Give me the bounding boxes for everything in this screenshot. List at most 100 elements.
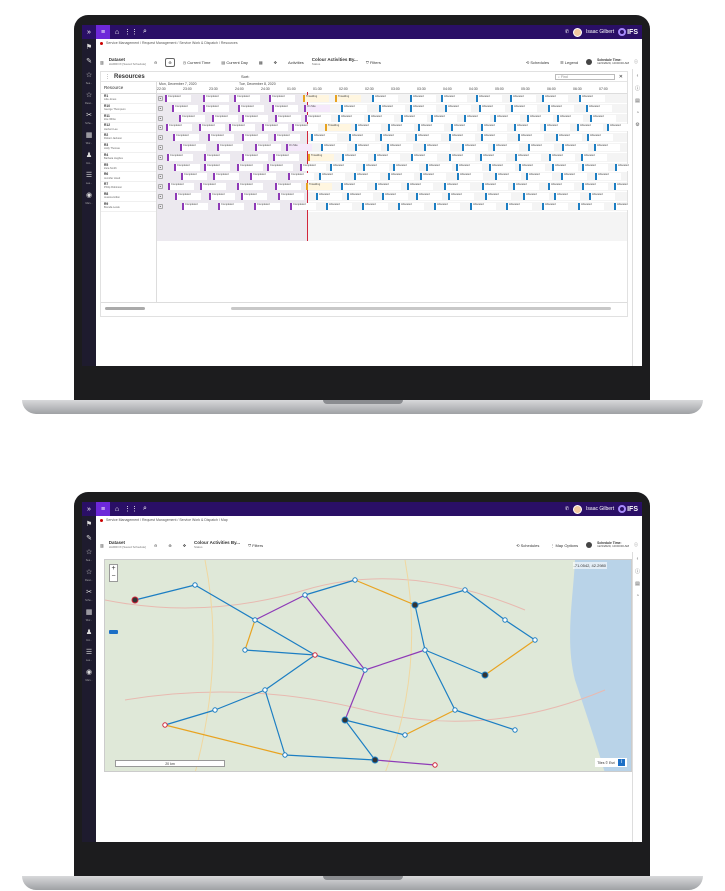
map-marker[interactable] bbox=[422, 647, 428, 653]
avatar[interactable] bbox=[573, 27, 583, 37]
map-marker[interactable] bbox=[481, 671, 489, 679]
expand-row-button[interactable]: ▸ bbox=[158, 203, 163, 209]
activity-block[interactable]: Allocated bbox=[355, 144, 381, 151]
activity-block[interactable]: Allocated bbox=[379, 104, 405, 112]
activity-block[interactable]: Allocated bbox=[321, 144, 347, 151]
info-icon[interactable]: i bbox=[618, 759, 625, 766]
activity-block[interactable]: Allocated bbox=[511, 104, 537, 112]
list-icon[interactable]: ☰ bbox=[86, 171, 92, 179]
route-line[interactable] bbox=[454, 709, 516, 731]
activity-block[interactable]: Completed bbox=[167, 153, 193, 161]
star-icon[interactable]: ☆ bbox=[86, 91, 92, 99]
history-icon[interactable]: ◔ bbox=[636, 110, 639, 116]
map-marker[interactable] bbox=[352, 577, 358, 583]
activity-block[interactable]: Completed bbox=[278, 193, 304, 200]
activity-block[interactable]: Allocated bbox=[523, 193, 549, 200]
activity-block[interactable]: Completed bbox=[229, 124, 255, 132]
move-icon[interactable]: ✥ bbox=[271, 58, 280, 67]
map-marker[interactable] bbox=[362, 667, 368, 673]
activity-block[interactable]: Completed bbox=[305, 114, 331, 122]
activity-block[interactable]: Completed bbox=[250, 173, 276, 181]
pen-icon[interactable]: ✎ bbox=[86, 534, 92, 542]
resource-row[interactable]: R5 Zara Smith bbox=[101, 163, 156, 173]
sort-label[interactable]: Sort: bbox=[241, 74, 249, 79]
activity-block[interactable]: Allocated bbox=[388, 173, 414, 181]
map-marker[interactable] bbox=[212, 707, 218, 713]
expand-row-button[interactable]: ▸ bbox=[158, 164, 163, 170]
zoom-in-icon[interactable]: ⊕ bbox=[165, 57, 175, 67]
route-line[interactable] bbox=[244, 649, 316, 656]
route-line[interactable] bbox=[244, 619, 256, 651]
activity-block[interactable]: Completed bbox=[213, 173, 239, 181]
grid-icon[interactable]: ▦ bbox=[256, 58, 266, 67]
activity-block[interactable]: Allocated bbox=[398, 202, 424, 210]
star-icon[interactable]: ☆ bbox=[86, 568, 92, 576]
activity-block[interactable]: Allocated bbox=[544, 124, 570, 132]
route-line[interactable] bbox=[284, 754, 376, 761]
home-icon[interactable]: ⌂ bbox=[110, 502, 124, 516]
map-marker[interactable] bbox=[282, 752, 288, 758]
activity-block[interactable]: Allocated bbox=[579, 95, 605, 102]
chevron-left-icon[interactable]: ‹ bbox=[637, 73, 639, 79]
route-line[interactable] bbox=[304, 594, 366, 671]
activity-block[interactable]: On Site bbox=[304, 104, 330, 112]
resource-row[interactable]: R2 Robert Jackson bbox=[101, 133, 156, 143]
activity-block[interactable]: Completed bbox=[273, 153, 299, 161]
activity-block[interactable]: Allocated bbox=[542, 202, 568, 210]
info-icon[interactable]: ⓘ bbox=[635, 568, 640, 575]
activity-block[interactable]: Completed bbox=[254, 202, 280, 210]
activity-block[interactable]: Allocated bbox=[441, 95, 467, 102]
layout-icon[interactable]: ▤ bbox=[635, 581, 640, 587]
activity-block[interactable]: Completed bbox=[272, 104, 298, 112]
zoom-in-icon[interactable]: ⊕ bbox=[165, 541, 174, 550]
route-line[interactable] bbox=[424, 649, 456, 711]
activity-block[interactable]: Allocated bbox=[494, 114, 520, 122]
map-marker[interactable] bbox=[371, 756, 379, 764]
activity-block[interactable]: Completed bbox=[275, 183, 301, 191]
activity-block[interactable]: Completed bbox=[203, 104, 229, 112]
activity-block[interactable]: Allocated bbox=[444, 183, 470, 191]
activity-block[interactable]: Allocated bbox=[462, 144, 488, 151]
expand-row-button[interactable]: ▸ bbox=[158, 115, 163, 121]
expand-row-button[interactable]: ▸ bbox=[158, 135, 163, 141]
move-icon[interactable]: ✥ bbox=[180, 541, 189, 550]
activity-block[interactable]: Allocated bbox=[470, 202, 496, 210]
filters-button[interactable]: ⛉ Filters bbox=[363, 58, 384, 67]
map-zoom-control[interactable]: + − bbox=[109, 564, 118, 582]
breadcrumb-text[interactable]: Service Management / Request Management … bbox=[106, 518, 228, 522]
activity-block[interactable]: Allocated bbox=[382, 193, 408, 200]
route-line[interactable] bbox=[194, 584, 256, 621]
list-icon[interactable]: ☰ bbox=[86, 648, 92, 656]
route-line[interactable] bbox=[374, 759, 436, 766]
map-slider[interactable] bbox=[109, 630, 118, 634]
route-line[interactable] bbox=[344, 669, 366, 721]
resource-column-header[interactable]: Resource bbox=[101, 82, 156, 94]
route-line[interactable] bbox=[264, 654, 316, 691]
activity-block[interactable]: Completed bbox=[182, 202, 208, 210]
zoom-in-icon[interactable]: + bbox=[110, 565, 117, 573]
route-line[interactable] bbox=[354, 579, 416, 606]
activity-block[interactable]: Allocated bbox=[341, 183, 367, 191]
bookmark-icon[interactable]: ⚑ bbox=[86, 43, 92, 51]
activity-block[interactable]: Allocated bbox=[451, 124, 477, 132]
activity-block[interactable]: Allocated bbox=[481, 124, 507, 132]
activity-block[interactable]: Travelling bbox=[303, 95, 329, 102]
activity-block[interactable]: Allocated bbox=[374, 153, 400, 161]
map-marker[interactable] bbox=[312, 652, 318, 658]
zoom-out-icon[interactable]: ⊖ bbox=[151, 541, 160, 550]
globe-icon[interactable]: ◉ bbox=[86, 668, 92, 676]
apps-icon[interactable]: ⋮⋮ bbox=[124, 25, 138, 39]
search-icon[interactable]: ⌕ bbox=[138, 502, 152, 516]
activity-block[interactable]: Allocated bbox=[582, 163, 608, 171]
activity-block[interactable]: Allocated bbox=[556, 134, 582, 142]
history-icon[interactable]: ◔ bbox=[636, 593, 639, 599]
legend-button[interactable]: ☰ Legend bbox=[557, 58, 581, 67]
map-marker[interactable] bbox=[131, 596, 139, 604]
phone-icon[interactable]: ✆ bbox=[565, 29, 569, 35]
resource-row[interactable]: R1 Lilia Jones bbox=[101, 94, 156, 104]
activity-block[interactable]: Completed bbox=[172, 104, 198, 112]
route-line[interactable] bbox=[134, 584, 196, 601]
activity-block[interactable]: Allocated bbox=[445, 104, 471, 112]
activity-block[interactable]: Completed bbox=[274, 134, 300, 142]
activity-block[interactable]: Completed bbox=[269, 95, 295, 102]
